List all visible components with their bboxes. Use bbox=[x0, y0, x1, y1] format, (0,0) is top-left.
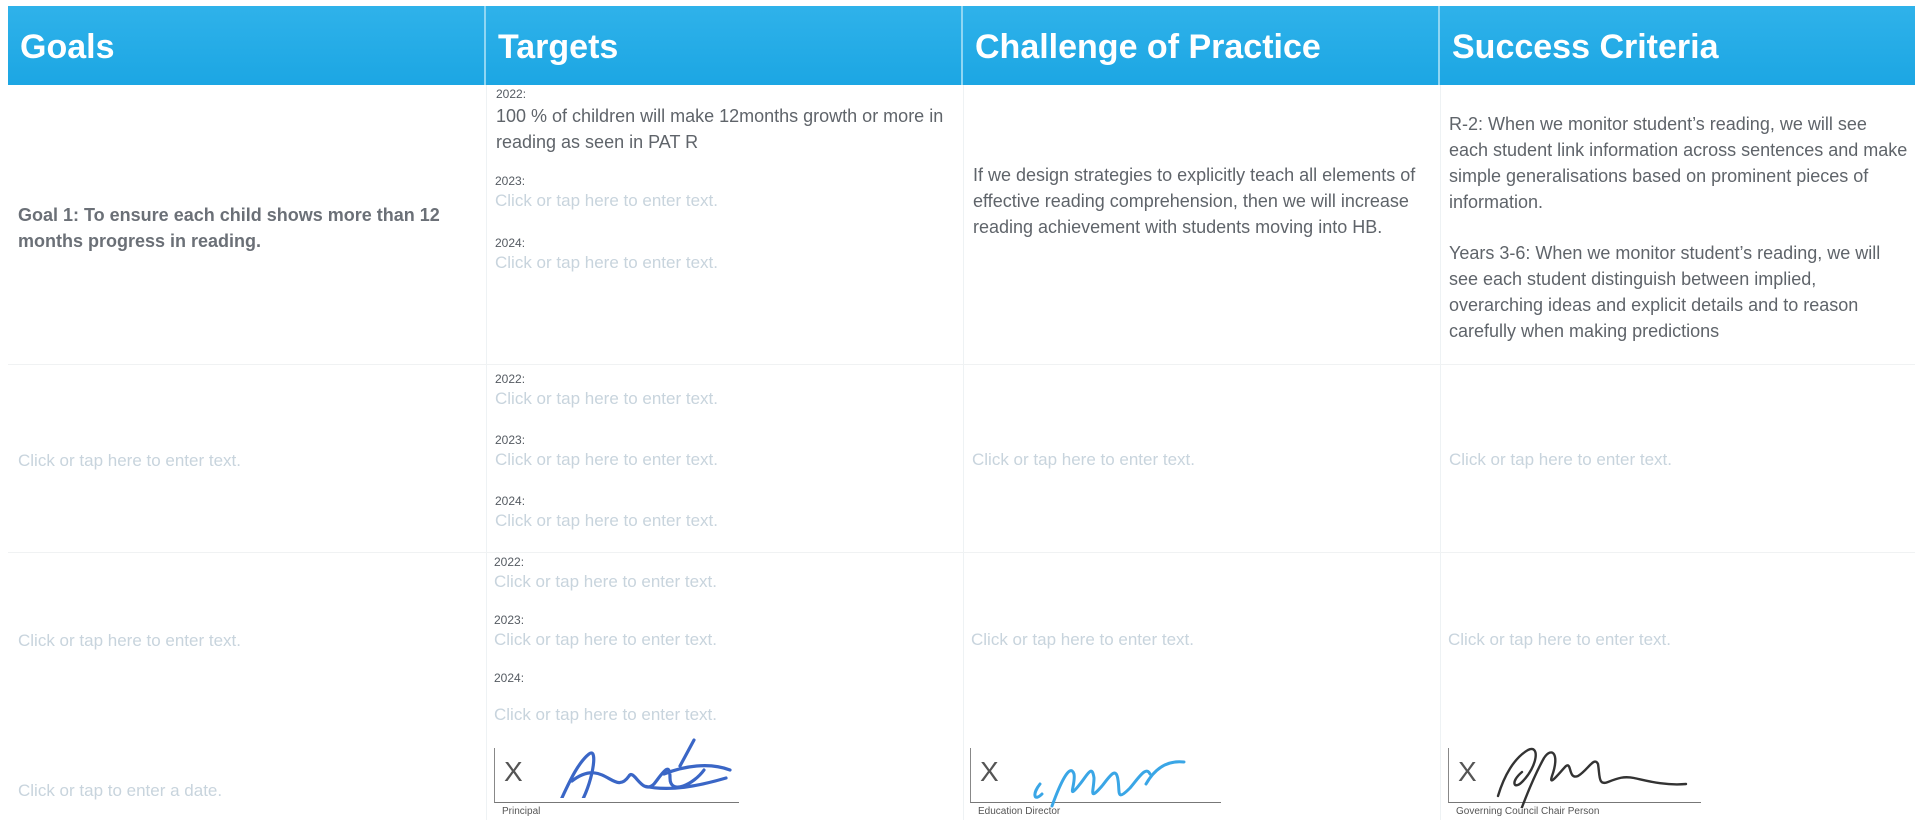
target-2022-field[interactable]: Click or tap here to enter text. bbox=[495, 389, 718, 409]
row-divider bbox=[8, 552, 1915, 553]
target-2023-field[interactable]: Click or tap here to enter text. bbox=[494, 630, 717, 650]
education-director-signature-block[interactable]: X Education Director bbox=[970, 748, 1221, 820]
governing-council-chair-signature-image bbox=[1496, 747, 1688, 808]
column-divider bbox=[963, 85, 964, 820]
goal-2-field[interactable]: Click or tap here to enter text. bbox=[18, 451, 241, 471]
column-divider bbox=[1440, 85, 1441, 820]
target-year-label: 2024: bbox=[494, 671, 525, 685]
principal-label: Principal bbox=[502, 806, 541, 817]
target-2022-field[interactable]: 100 % of children will make 12months gro… bbox=[496, 103, 946, 155]
target-2022-field[interactable]: Click or tap here to enter text. bbox=[494, 572, 717, 592]
target-2023-field[interactable]: Click or tap here to enter text. bbox=[495, 450, 718, 470]
target-year-label: 2022: bbox=[496, 87, 527, 101]
principal-signature-block[interactable]: X Principal bbox=[494, 738, 744, 820]
target-year-label: 2024: bbox=[495, 494, 526, 508]
target-2024-field[interactable]: Click or tap here to enter text. bbox=[495, 511, 718, 531]
header-goals: Goals bbox=[8, 6, 486, 85]
target-year-label: 2022: bbox=[494, 555, 525, 569]
success-criteria-field[interactable]: Click or tap here to enter text. bbox=[1448, 630, 1671, 650]
governing-council-chair-signature-block[interactable]: X Governing Council Chair Person bbox=[1448, 747, 1704, 820]
challenge-of-practice-field[interactable]: Click or tap here to enter text. bbox=[972, 450, 1195, 470]
header-challenge-of-practice: Challenge of Practice bbox=[963, 6, 1440, 85]
target-2023-field[interactable]: Click or tap here to enter text. bbox=[495, 191, 718, 211]
table-header: Goals Targets Challenge of Practice Succ… bbox=[8, 6, 1915, 85]
success-criteria-r2[interactable]: R-2: When we monitor student’s reading, … bbox=[1449, 111, 1909, 215]
header-targets: Targets bbox=[486, 6, 963, 85]
header-success-criteria: Success Criteria bbox=[1452, 28, 1719, 66]
challenge-of-practice-field[interactable]: If we design strategies to explicitly te… bbox=[973, 162, 1433, 240]
challenge-of-practice-field[interactable]: Click or tap here to enter text. bbox=[971, 630, 1194, 650]
date-field[interactable]: Click or tap to enter a date. bbox=[18, 781, 222, 801]
success-criteria-field[interactable]: Click or tap here to enter text. bbox=[1449, 450, 1672, 470]
principal-signature-image bbox=[560, 738, 732, 798]
column-divider bbox=[486, 85, 487, 820]
education-director-label: Education Director bbox=[978, 806, 1061, 817]
goal-1-text[interactable]: Goal 1: To ensure each child shows more … bbox=[18, 202, 458, 254]
goal-3-field[interactable]: Click or tap here to enter text. bbox=[18, 631, 241, 651]
row-divider bbox=[8, 364, 1915, 365]
target-year-label: 2023: bbox=[494, 613, 525, 627]
target-year-label: 2024: bbox=[495, 236, 526, 250]
target-2024-field[interactable]: Click or tap here to enter text. bbox=[494, 705, 717, 725]
success-criteria-years-3-6[interactable]: Years 3-6: When we monitor student’s rea… bbox=[1449, 240, 1909, 344]
target-2024-field[interactable]: Click or tap here to enter text. bbox=[495, 253, 718, 273]
target-year-label: 2022: bbox=[495, 372, 526, 386]
target-year-label: 2023: bbox=[495, 174, 526, 188]
governing-council-chair-label: Governing Council Chair Person bbox=[1456, 806, 1600, 817]
target-year-label: 2023: bbox=[495, 433, 526, 447]
